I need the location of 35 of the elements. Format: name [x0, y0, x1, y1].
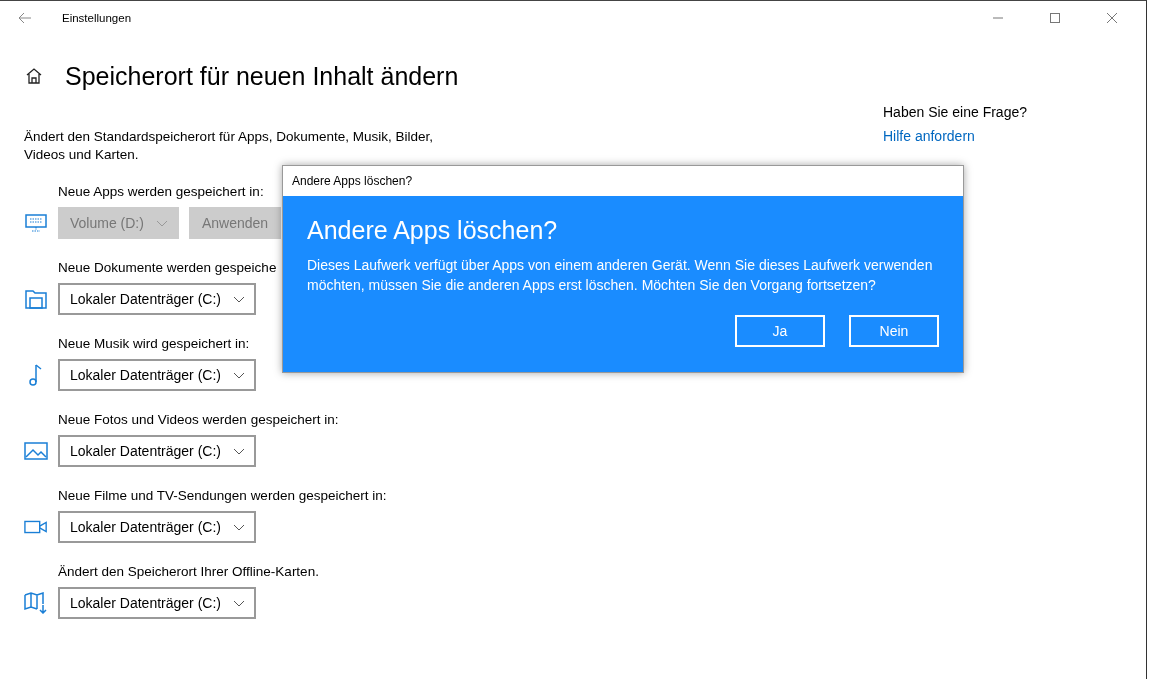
drive-dropdown[interactable]: Lokaler Datenträger (C:)	[58, 359, 256, 391]
folder-icon	[24, 289, 48, 309]
map-download-icon	[24, 592, 48, 614]
setting-label: Neue Musik wird gespeichert in:	[58, 336, 250, 351]
setting-label: Neue Fotos und Videos werden gespeichert in:	[58, 412, 339, 427]
image-icon	[24, 442, 48, 460]
drive-dropdown[interactable]: Lokaler Datenträger (C:)	[58, 587, 256, 619]
help-heading: Haben Sie eine Frage?	[883, 104, 1027, 120]
monitor-icon	[24, 214, 48, 232]
chevron-down-icon	[232, 447, 245, 455]
music-note-icon	[29, 363, 43, 387]
chevron-down-icon	[232, 599, 245, 607]
chevron-down-icon	[232, 295, 245, 303]
setting-label: Ändert den Speicherort Ihrer Offline-Karten.	[58, 564, 319, 579]
maximize-icon[interactable]	[1049, 12, 1061, 24]
description-text: Ändert den Standardspeicherort für Apps, Dokumente, Musik, Bilder, Videos und Karten.	[24, 128, 434, 164]
help-link[interactable]: Hilfe anfordern	[883, 128, 1027, 144]
drive-dropdown[interactable]: Lokaler Datenträger (C:)	[58, 435, 256, 467]
page-title: Speicherort für neuen Inhalt ändern	[65, 61, 459, 91]
close-icon[interactable]	[1106, 12, 1118, 24]
back-arrow-icon[interactable]	[18, 12, 32, 24]
drive-dropdown[interactable]: Lokaler Datenträger (C:)	[58, 511, 256, 543]
chevron-down-icon	[155, 219, 168, 227]
chevron-down-icon	[232, 523, 245, 531]
video-camera-icon	[24, 520, 48, 534]
dialog-heading: Andere Apps löschen?	[307, 216, 559, 245]
setting-label: Neue Filme und TV-Sendungen werden gespeichert in:	[58, 488, 387, 503]
window-title: Einstellungen	[62, 12, 132, 24]
dialog-window-title: Andere Apps löschen?	[292, 174, 413, 188]
drive-dropdown[interactable]: Lokaler Datenträger (C:)	[58, 283, 256, 315]
chevron-down-icon	[232, 371, 245, 379]
home-icon[interactable]	[25, 67, 43, 85]
setting-label: Neue Apps werden gespeichert in:	[58, 184, 264, 199]
setting-label: Neue Dokumente werden gespeiche	[58, 260, 277, 275]
dialog-message: Dieses Laufwerk verfügt über Apps von einem anderen Gerät. Wenn Sie dieses Laufwerk verwenden möchten, müssen Sie die anderen Apps erst löschen. Möchten Sie den Vorgang fortsetzen?	[307, 256, 934, 295]
